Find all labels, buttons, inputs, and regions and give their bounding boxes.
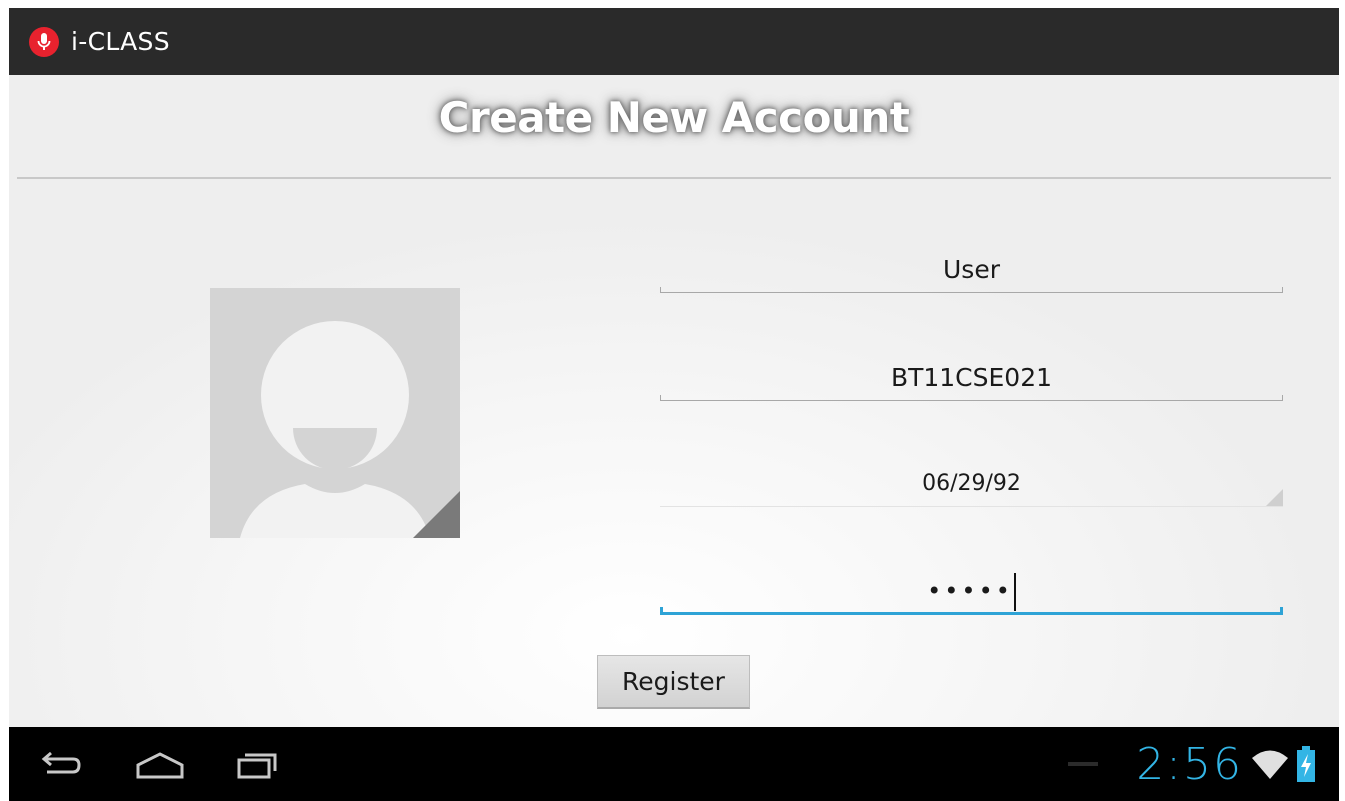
date-of-birth-underline (660, 506, 1283, 507)
name-field-underline (660, 292, 1283, 293)
field-tick (1280, 607, 1283, 615)
system-navigation-bar: 2:56 (9, 727, 1339, 801)
app-title: i-CLASS (71, 27, 170, 56)
date-of-birth-spinner[interactable]: 06/29/92 (660, 459, 1283, 515)
title-divider (17, 177, 1331, 179)
password-dots: ••••• (927, 577, 1013, 605)
back-icon[interactable] (35, 745, 85, 785)
password-field[interactable]: ••••• (660, 565, 1283, 621)
recent-apps-icon[interactable] (233, 745, 283, 785)
notification-dash (1068, 762, 1099, 766)
field-tick (660, 395, 661, 401)
home-icon[interactable] (133, 745, 187, 785)
id-field-underline (660, 400, 1283, 401)
password-field-underline (660, 612, 1283, 615)
battery-charging-icon (1297, 746, 1315, 782)
action-bar: i-CLASS (9, 8, 1339, 75)
name-field[interactable]: User (660, 245, 1283, 301)
register-button[interactable]: Register (597, 655, 750, 709)
id-field[interactable]: BT11CSE021 (660, 353, 1283, 409)
device-screen: i-CLASS Create New Account User BT11CSE0… (9, 8, 1339, 801)
main-content: Create New Account User BT11CSE021 06/29… (9, 75, 1339, 727)
microphone-icon (29, 26, 59, 57)
id-field-value: BT11CSE021 (890, 363, 1053, 392)
text-cursor (1013, 573, 1016, 611)
field-tick (1282, 287, 1283, 293)
clock: 2:56 (1136, 738, 1243, 790)
person-avatar-icon (210, 288, 460, 538)
field-tick (660, 287, 661, 293)
status-area[interactable]: 2:56 (1068, 738, 1317, 790)
date-of-birth-value: 06/29/92 (922, 471, 1021, 496)
field-tick (660, 607, 663, 615)
wifi-icon (1252, 750, 1288, 779)
spinner-arrow-icon (1266, 489, 1283, 506)
name-field-value: User (943, 255, 1000, 284)
page-title: Create New Account (438, 93, 910, 142)
password-field-value: ••••• (660, 573, 1283, 611)
profile-photo-picker[interactable] (210, 288, 460, 538)
field-tick (1282, 395, 1283, 401)
